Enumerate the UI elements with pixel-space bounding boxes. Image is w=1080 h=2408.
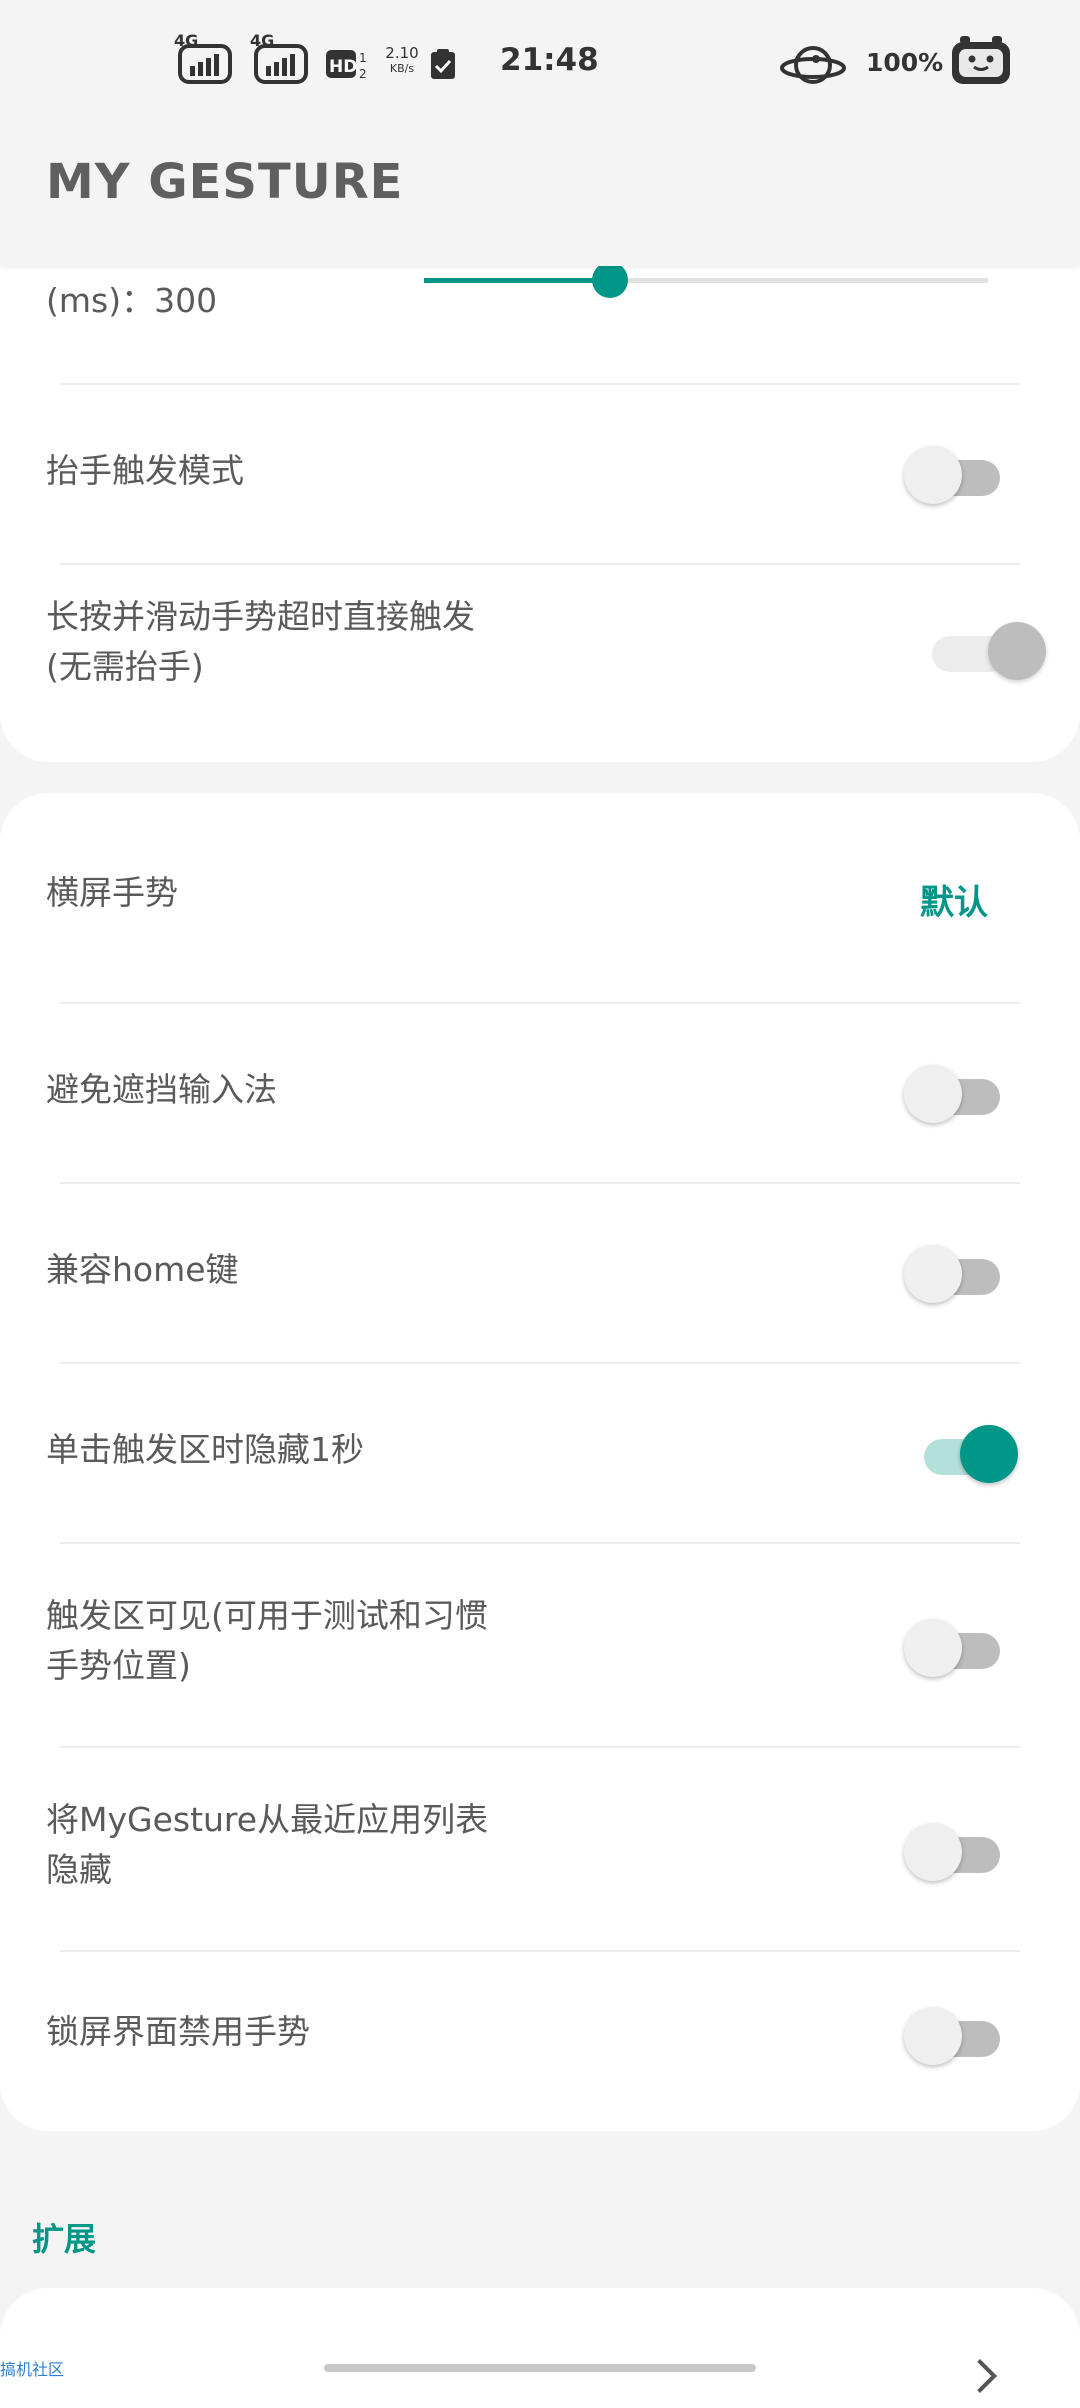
svg-text:1: 1 [359,51,367,65]
divider [60,1362,1020,1364]
planet-icon [780,40,846,94]
setting-row-trigger-visible[interactable]: 触发区可见(可用于测试和习惯 手势位置) [0,1545,1080,1747]
divider [60,1950,1020,1952]
setting-row-avoid-ime[interactable]: 避免遮挡输入法 [0,1005,1080,1183]
battery-percent: 100% [866,48,944,77]
switch-thumb [904,1823,962,1881]
setting-label: 抬手触发模式 [46,451,244,490]
switch-thumb [960,1425,1018,1483]
divider [60,1542,1020,1544]
chevron-right-icon[interactable] [963,2359,997,2393]
gesture-nav-handle[interactable] [324,2364,756,2372]
setting-label: 避免遮挡输入法 [46,1070,277,1109]
divider [60,1746,1020,1748]
app-bar: MY GESTURE [0,130,1080,266]
signal-4g-icon-1: 4G [172,30,234,90]
switch-thumb [904,1065,962,1123]
switch-thumb [904,446,962,504]
switch-thumb [988,622,1046,680]
slider-fill [424,278,610,283]
setting-row-landscape-gesture[interactable]: 横屏手势 默认 [0,793,1080,1003]
watermark: 搞机社区 [0,2360,65,2379]
toggle-switch[interactable] [902,2003,1002,2065]
setting-row-hide-on-tap[interactable]: 单击触发区时隐藏1秒 [0,1365,1080,1543]
timeout-slider[interactable] [424,262,988,298]
divider [60,1182,1020,1184]
setting-row-home-compat[interactable]: 兼容home键 [0,1185,1080,1363]
clipboard-check-icon [430,48,456,84]
network-speed-value: 2.10 [385,44,419,62]
setting-label: 横屏手势 [46,873,178,912]
landscape-gesture-value[interactable]: 默认 [920,875,988,924]
network-speed: 2.10 KB/s [380,44,424,76]
switch-thumb [904,2007,962,2065]
toggle-switch[interactable] [902,1819,1002,1881]
setting-label: 单击触发区时隐藏1秒 [46,1430,364,1469]
hd-label: HD [329,57,357,77]
setting-label: 触发区可见(可用于测试和习惯 手势位置) [46,1596,488,1685]
toggle-switch[interactable] [902,1421,1018,1483]
setting-row-disable-lockscreen[interactable]: 锁屏界面禁用手势 [0,1953,1080,2131]
setting-row-lift-trigger[interactable]: 抬手触发模式 [0,386,1080,564]
setting-row-timeout-trigger[interactable]: 长按并滑动手势超时直接触发 (无需抬手) [0,566,1080,762]
slider-thumb[interactable] [592,262,628,298]
app-title: MY GESTURE [46,154,404,210]
divider [60,383,1020,385]
network-speed-unit: KB/s [389,62,415,75]
setting-label: 兼容home键 [46,1250,239,1289]
slider-label-value: (ms)：300 [46,281,218,320]
setting-row-hide-from-recents[interactable]: 将MyGesture从最近应用列表 隐藏 [0,1749,1080,1951]
battery-icon [950,36,1012,90]
toggle-switch[interactable] [902,442,1002,504]
status-bar: 4G 4G HD 1 2 2.10 KB/s 21:48 100% [0,0,1080,130]
setting-label: 将MyGesture从最近应用列表 隐藏 [46,1800,489,1889]
hd-voice-icon: HD 1 2 [326,48,370,86]
setting-label: 锁屏界面禁用手势 [46,2012,310,2051]
setting-label: 长按并滑动手势超时直接触发 (无需抬手) [46,597,475,686]
settings-card-extension [0,2288,1080,2408]
switch-thumb [904,1619,962,1677]
section-title-extension: 扩展 [32,2220,97,2258]
toggle-switch[interactable] [902,1615,1002,1677]
settings-card-general: 横屏手势 默认 避免遮挡输入法 兼容home键 单击触发区时隐藏1秒 触发区可见… [0,793,1080,2131]
svg-text:2: 2 [359,67,367,81]
divider [60,1002,1020,1004]
status-time: 21:48 [500,42,599,78]
switch-thumb [904,1245,962,1303]
toggle-switch[interactable] [926,618,1046,680]
toggle-switch[interactable] [902,1061,1002,1123]
toggle-switch[interactable] [902,1241,1002,1303]
signal-4g-icon-2: 4G [248,30,310,90]
divider [60,563,1020,565]
